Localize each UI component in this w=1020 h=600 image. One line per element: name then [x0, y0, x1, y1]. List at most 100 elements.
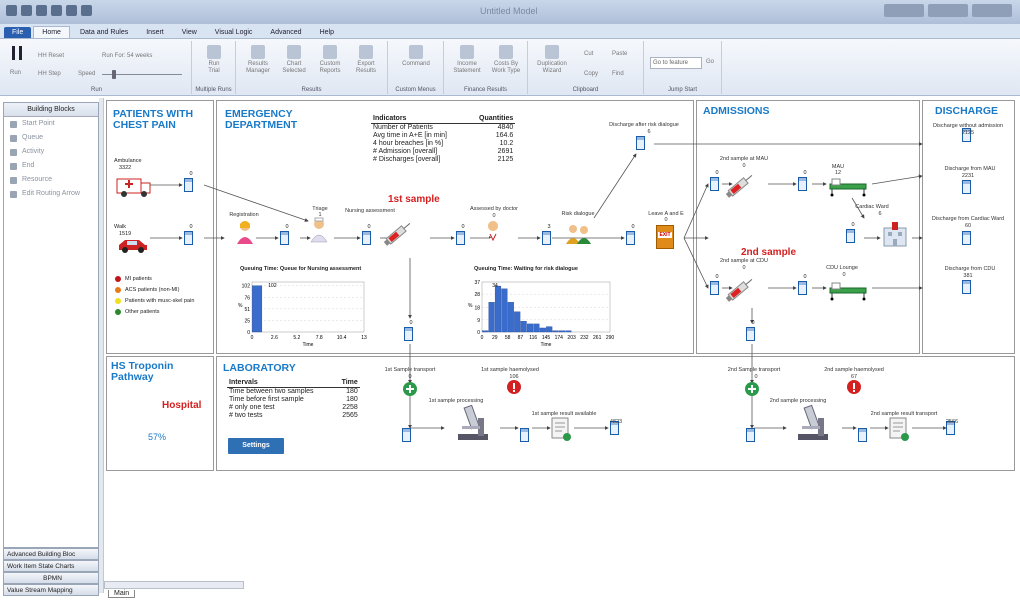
queue-discharge-mau[interactable]: [962, 180, 971, 194]
minimize-button[interactable]: [884, 4, 924, 17]
queue-admissions-down[interactable]: [746, 327, 755, 341]
queue-count: 0: [803, 170, 807, 176]
queue-count: 0: [189, 224, 193, 230]
duplication-wizard-button[interactable]: Duplication Wizard: [534, 45, 570, 75]
tab-file[interactable]: File: [4, 27, 32, 38]
copy-button[interactable]: Copy: [584, 71, 598, 77]
queue-mau2[interactable]: [798, 177, 807, 191]
building-block-edit-routing-arrow[interactable]: Edit Routing Arrow: [4, 187, 98, 201]
queue-discharge-cdu[interactable]: [962, 280, 971, 294]
building-blocks-header[interactable]: Building Blocks: [4, 103, 98, 117]
h2-label: 2nd sample haemolysed: [824, 367, 884, 373]
reset-button[interactable]: HH Reset: [38, 53, 64, 59]
queue-nursing[interactable]: [362, 231, 371, 245]
queue-doctor[interactable]: [456, 231, 465, 245]
new-icon[interactable]: [21, 5, 32, 16]
chart-bar: [520, 321, 527, 333]
tab-help[interactable]: Help: [312, 27, 342, 38]
window-buttons[interactable]: [884, 4, 1012, 17]
x-tick-label: 2.6: [271, 335, 278, 341]
run-button[interactable]: Run: [10, 70, 21, 76]
exit-sign-icon[interactable]: EXIT: [656, 225, 674, 249]
horizontal-scrollbar[interactable]: [104, 581, 244, 589]
custom-reports-button[interactable]: Custom Reports: [314, 45, 346, 75]
building-block-end[interactable]: End: [4, 159, 98, 173]
maximize-button[interactable]: [928, 4, 968, 17]
x-tick-label: 290: [606, 335, 615, 341]
queue-mau1[interactable]: [710, 177, 719, 191]
building-block-activity[interactable]: Activity: [4, 145, 98, 159]
queue-sample-down[interactable]: [404, 327, 413, 341]
go-to-feature-input[interactable]: Go to feature: [650, 57, 702, 69]
tab-insert[interactable]: Insert: [138, 27, 172, 38]
quick-access-toolbar[interactable]: [6, 5, 92, 16]
building-block-label: Start Point: [22, 120, 55, 127]
queue-ambulance[interactable]: [184, 178, 193, 192]
building-block-start-point[interactable]: Start Point: [4, 117, 98, 131]
export-icon: [359, 45, 373, 59]
income-statement-button[interactable]: Income Statement: [450, 45, 484, 75]
tab-data-rules[interactable]: Data and Rules: [72, 27, 136, 38]
queue-discharge-after[interactable]: [636, 136, 645, 150]
chart-selected-button[interactable]: Chart Selected: [278, 45, 310, 75]
building-block-resource[interactable]: Resource: [4, 173, 98, 187]
queue-lab2[interactable]: [520, 428, 529, 442]
chart-nursing-queue[interactable]: Queuing Time: Queue for Nursing assessme…: [230, 266, 380, 348]
queue-lab1[interactable]: [402, 428, 411, 442]
queue-lab3[interactable]: [746, 428, 755, 442]
queue-count: 0: [631, 224, 635, 230]
tab-visual-logic[interactable]: Visual Logic: [207, 27, 261, 38]
export-results-button[interactable]: Export Results: [350, 45, 382, 75]
save-icon[interactable]: [36, 5, 47, 16]
queue-discharge-cardiac[interactable]: [962, 231, 971, 245]
results-manager-button[interactable]: Results Manager: [242, 45, 274, 75]
tab-advanced[interactable]: Advanced: [262, 27, 309, 38]
cut-button[interactable]: Cut: [584, 51, 593, 57]
run-trial-button[interactable]: Run Trial: [200, 45, 228, 75]
app-icon[interactable]: [6, 5, 17, 16]
building-blocks-panel: Building Blocks Start Point Queue Activity…: [3, 102, 99, 548]
second-mau-label: 2nd sample at MAU: [719, 156, 769, 162]
sheet-tab-main[interactable]: Main: [108, 590, 136, 598]
chart-bar: [558, 330, 566, 333]
step-button[interactable]: HH Step: [38, 71, 61, 77]
paste-button[interactable]: Paste: [612, 51, 627, 57]
queue-risk[interactable]: [542, 231, 551, 245]
tab-advanced-building-blocks[interactable]: Advanced Building Bloc: [3, 548, 99, 560]
queue-cardiac[interactable]: [846, 229, 855, 243]
queue-cdu2[interactable]: [798, 281, 807, 295]
window-title: Untitled Model: [480, 6, 538, 16]
queue-cdu1[interactable]: [710, 281, 719, 295]
undo-icon[interactable]: [51, 5, 62, 16]
x-tick-label: 10.4: [337, 335, 347, 341]
building-block-queue[interactable]: Queue: [4, 131, 98, 145]
tab-view[interactable]: View: [174, 27, 205, 38]
go-button[interactable]: Go: [706, 59, 714, 65]
queue-lab4[interactable]: [858, 428, 867, 442]
ribbon-group-clipboard: Duplication Wizard Cut Paste Copy Find C…: [528, 41, 644, 94]
close-button[interactable]: [972, 4, 1012, 17]
queue-leave[interactable]: [626, 231, 635, 245]
tab-work-item-state-charts[interactable]: Work Item State Charts: [3, 560, 99, 572]
income-icon: [460, 45, 474, 59]
costs-by-work-type-button[interactable]: Costs By Work Type: [488, 45, 524, 75]
model-canvas[interactable]: PATIENTS WITH CHEST PAIN Ambulance 3322 …: [104, 98, 1020, 593]
plot-area: [481, 281, 611, 333]
queue-walk[interactable]: [184, 231, 193, 245]
chart-risk-dialogue[interactable]: Queuing Time: Waiting for risk dialogue …: [460, 266, 620, 348]
tab-bpmn[interactable]: BPMN: [3, 572, 99, 584]
command-button[interactable]: Command: [398, 45, 434, 68]
redo-icon[interactable]: [66, 5, 77, 16]
speed-slider-thumb[interactable]: [112, 70, 116, 79]
second-mau-count: 0: [742, 163, 746, 169]
pause-icon[interactable]: [81, 5, 92, 16]
pause-icon[interactable]: [12, 46, 22, 60]
r1-label: 1st sample result available: [531, 411, 597, 417]
queue-registration[interactable]: [280, 231, 289, 245]
tab-value-stream-mapping[interactable]: Value Stream Mapping: [3, 584, 99, 596]
x-tick-label: 0: [251, 335, 254, 341]
find-button[interactable]: Find: [612, 71, 624, 77]
title-bar: Untitled Model: [0, 0, 1020, 24]
data-label: 102: [268, 283, 277, 289]
tab-home[interactable]: Home: [33, 26, 70, 38]
